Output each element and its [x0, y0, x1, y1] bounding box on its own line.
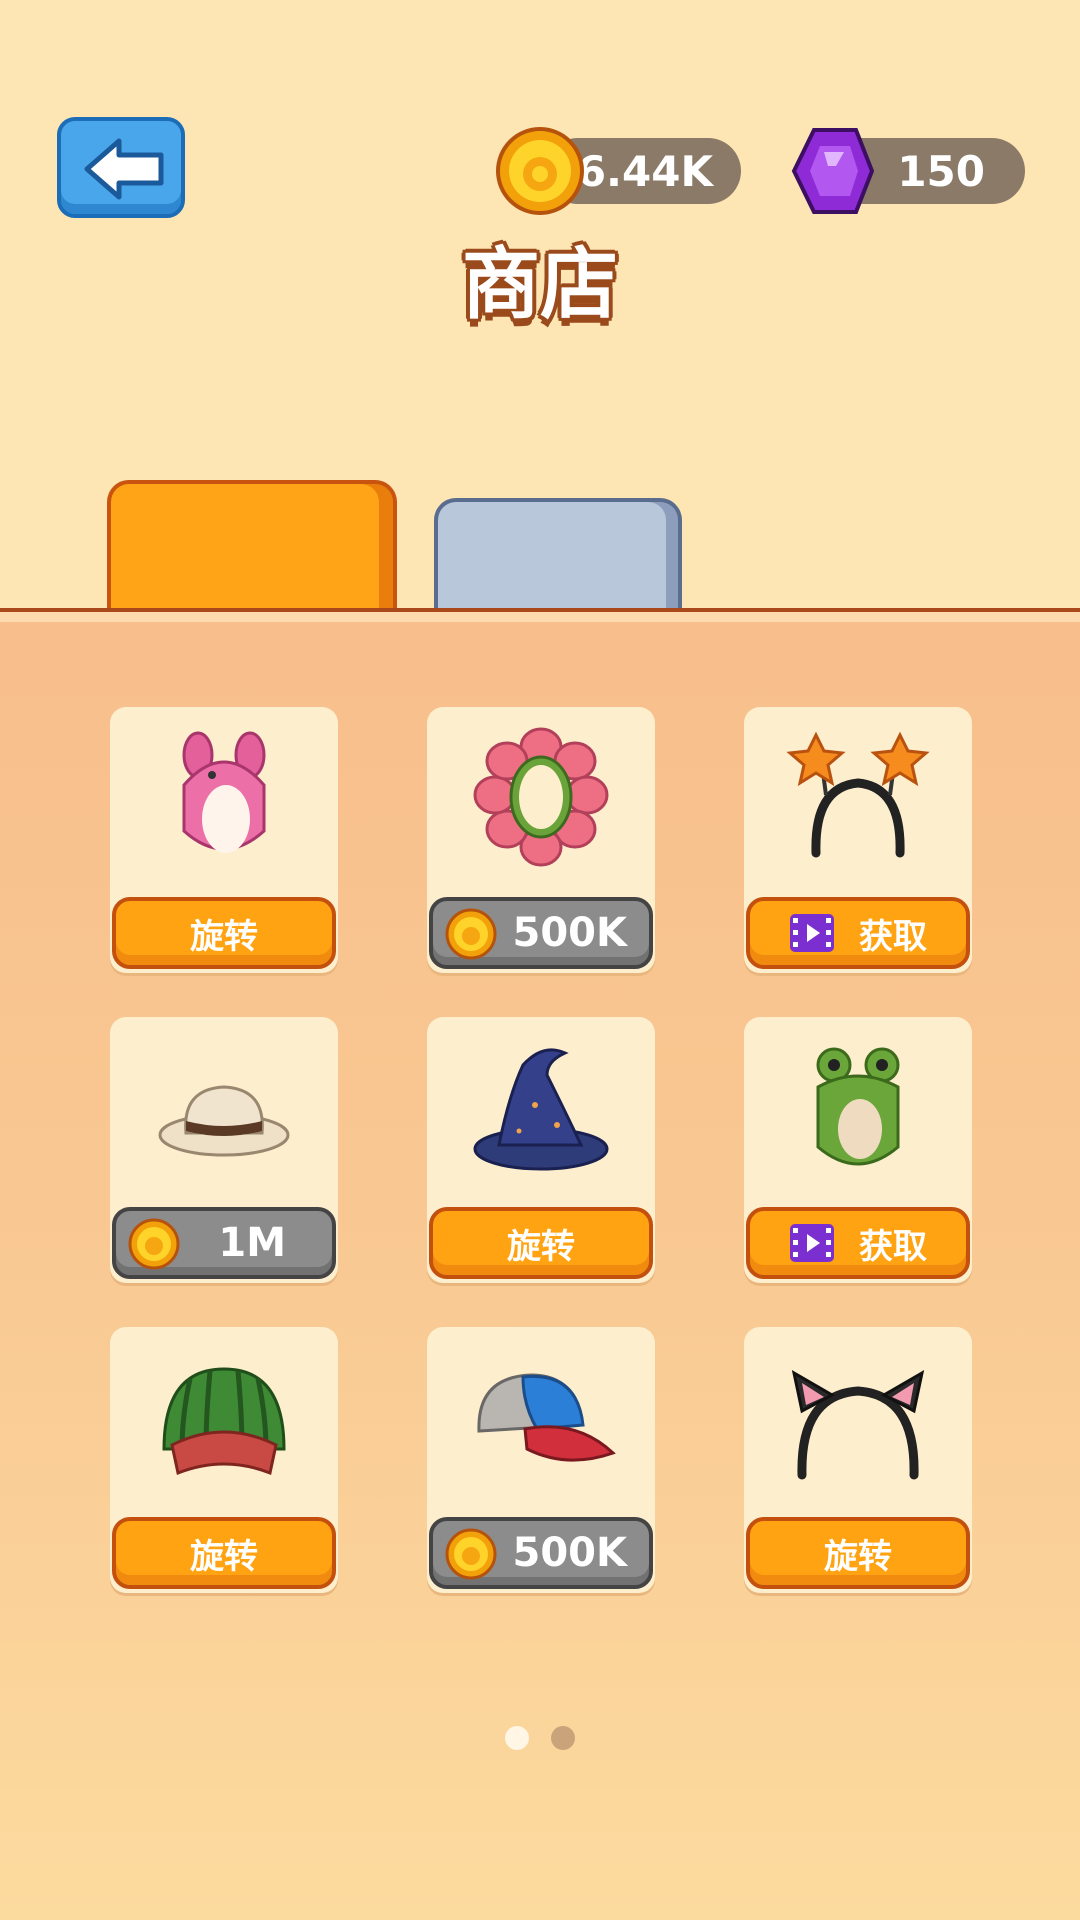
- shop-item-card[interactable]: 旋转: [427, 1017, 655, 1283]
- watch-ad-button[interactable]: 获取: [746, 897, 970, 969]
- coin-icon: [445, 1528, 497, 1580]
- tab-other[interactable]: [434, 498, 682, 610]
- buy-with-coins-button[interactable]: 500K: [429, 897, 653, 969]
- flower-headband-icon: [473, 727, 609, 867]
- frog-hood-icon: [816, 1047, 900, 1166]
- watch-ad-button[interactable]: 获取: [746, 1207, 970, 1279]
- wizard-hat-icon: [473, 1048, 609, 1171]
- gem-amount: 150: [897, 146, 985, 196]
- watermelon-helmet-icon: [162, 1367, 286, 1476]
- gem-icon: [791, 128, 874, 214]
- page-title: 商店: [461, 240, 618, 330]
- cat-ear-headband-icon: [791, 1370, 925, 1480]
- rotate-button[interactable]: 旋转: [112, 897, 336, 969]
- panel-highlight: [0, 612, 1080, 622]
- page-indicator-dot[interactable]: [551, 1726, 575, 1750]
- buy-with-coins-button[interactable]: 500K: [429, 1517, 653, 1589]
- tab-hats[interactable]: [107, 480, 397, 610]
- buy-with-coins-button[interactable]: 1M: [112, 1207, 336, 1279]
- shop-item-card[interactable]: 旋转: [110, 707, 338, 973]
- shop-item-card[interactable]: 1M: [110, 1017, 338, 1283]
- coin-icon: [445, 908, 497, 960]
- coin-amount: 6.44K: [576, 146, 713, 196]
- coin-icon: [496, 127, 584, 215]
- back-button[interactable]: [57, 117, 185, 218]
- video-icon: [790, 914, 834, 952]
- shop-item-card[interactable]: 500K: [427, 707, 655, 973]
- shop-item-card[interactable]: 旋转: [744, 1327, 972, 1593]
- star-headband-icon: [786, 731, 930, 858]
- coin-icon: [128, 1218, 180, 1270]
- back-arrow-icon: [84, 138, 164, 200]
- page-indicator-dot-active[interactable]: [505, 1726, 529, 1750]
- shop-item-card[interactable]: 获取: [744, 1017, 972, 1283]
- shop-item-card[interactable]: 500K: [427, 1327, 655, 1593]
- shop-item-card[interactable]: 旋转: [110, 1327, 338, 1593]
- rotate-button[interactable]: 旋转: [746, 1517, 970, 1589]
- video-icon: [790, 1224, 834, 1262]
- rotate-button[interactable]: 旋转: [429, 1207, 653, 1279]
- fedora-hat-icon: [158, 1085, 290, 1157]
- rotate-button[interactable]: 旋转: [112, 1517, 336, 1589]
- baseball-cap-icon: [477, 1373, 616, 1462]
- pink-bunny-hood-icon: [182, 731, 266, 853]
- shop-item-card[interactable]: 获取: [744, 707, 972, 973]
